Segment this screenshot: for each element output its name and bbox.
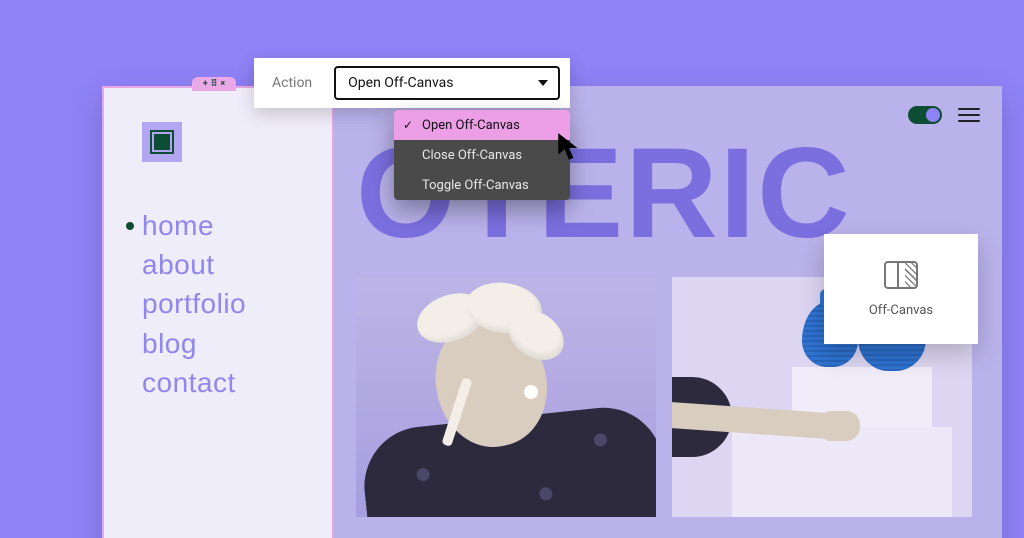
element-handle[interactable]: + ⠿ × (192, 77, 236, 91)
handle-add-icon[interactable]: + (203, 80, 208, 89)
nav-item-contact[interactable]: contact (142, 363, 320, 402)
nav-item-portfolio[interactable]: portfolio (142, 284, 320, 323)
action-panel: Action Open Off-Canvas (254, 58, 570, 108)
hamburger-icon[interactable] (958, 108, 980, 122)
offcanvas-icon (884, 261, 918, 289)
chevron-down-icon (538, 80, 548, 86)
offcanvas-sidebar: home about portfolio blog contact FB. IG… (102, 86, 334, 538)
handle-drag-icon[interactable]: ⠿ (211, 80, 218, 89)
nav-item-home[interactable]: home (142, 206, 320, 245)
site-logo[interactable] (142, 122, 182, 162)
dropdown-option-close[interactable]: Close Off-Canvas (394, 140, 570, 170)
action-select-value: Open Off-Canvas (348, 75, 453, 91)
action-label: Action (272, 75, 312, 91)
nav-item-blog[interactable]: blog (142, 324, 320, 363)
theme-toggle[interactable] (908, 106, 942, 124)
dropdown-option-toggle[interactable]: Toggle Off-Canvas (394, 170, 570, 200)
offcanvas-card-label: Off-Canvas (869, 303, 933, 318)
action-dropdown: Open Off-Canvas Close Off-Canvas Toggle … (394, 110, 570, 200)
primary-nav: home about portfolio blog contact (142, 206, 320, 402)
handle-close-icon[interactable]: × (220, 80, 225, 89)
nav-item-about[interactable]: about (142, 245, 320, 284)
gallery-image-1[interactable] (356, 277, 656, 517)
offcanvas-element-card[interactable]: Off-Canvas (824, 234, 978, 344)
dropdown-option-open[interactable]: Open Off-Canvas (394, 110, 570, 140)
action-select[interactable]: Open Off-Canvas (334, 66, 560, 100)
logo-mark (152, 132, 172, 152)
